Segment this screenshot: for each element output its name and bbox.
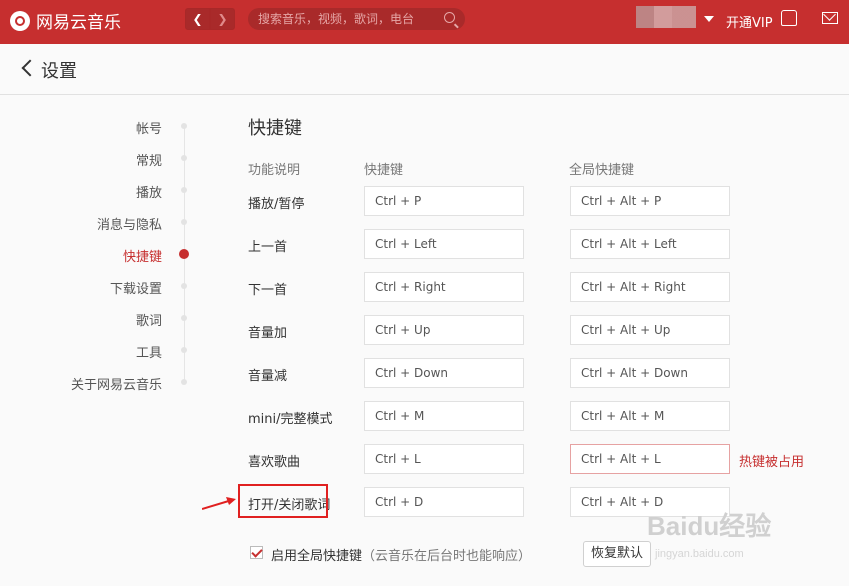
top-bar: 网易云音乐 ❮ ❯ 搜索音乐，视频，歌词，电台 开通VIP [0,0,849,44]
shortcut-key-field[interactable]: Ctrl + Down [364,358,524,388]
shortcut-key-field[interactable]: Ctrl + Up [364,315,524,345]
sidebar-item[interactable]: 快捷键 [0,246,162,265]
page-header: 设置 [0,44,849,95]
sidebar-item[interactable]: 关于网易云音乐 [0,374,162,393]
shortcut-key-field[interactable]: Ctrl + M [364,401,524,431]
search-placeholder: 搜索音乐，视频，歌词，电台 [258,12,415,26]
history-nav: ❮ ❯ [185,8,235,30]
shortcut-key-field[interactable]: Ctrl + D [364,487,524,517]
sidebar-item[interactable]: 歌词 [0,310,162,329]
back-nav-button[interactable]: ❮ [185,8,210,30]
page-title: 设置 [41,61,77,82]
checkbox-label-text: 启用全局快捷键 [271,549,363,564]
checkbox-note: （云音乐在后台时也能响应） [362,549,532,564]
enable-global-shortcut-label[interactable]: 启用全局快捷键（云音乐在后台时也能响应） [271,545,531,564]
global-shortcut-key-field[interactable]: Ctrl + Alt + Right [570,272,730,302]
sidebar-dot-icon [181,347,187,353]
sidebar-dot-icon [181,219,187,225]
sidebar-dot-icon [181,315,187,321]
reset-default-button[interactable]: 恢复默认 [583,541,651,567]
app-logo[interactable]: 网易云音乐 [10,8,121,33]
shortcut-function-label: 喜欢歌曲 [248,455,301,470]
sidebar-dot-icon [181,187,187,193]
search-input[interactable]: 搜索音乐，视频，歌词，电台 [248,8,465,30]
skin-shirt-icon[interactable] [781,10,797,26]
enable-global-shortcut-checkbox[interactable] [250,546,263,559]
global-shortcut-key-field[interactable]: Ctrl + Alt + P [570,186,730,216]
shortcut-key-field[interactable]: Ctrl + Left [364,229,524,259]
sidebar-item[interactable]: 播放 [0,182,162,201]
app-name: 网易云音乐 [36,13,121,33]
vip-link[interactable]: 开通VIP [726,12,773,31]
sidebar-dot-icon [181,155,187,161]
baidu-watermark-url: jingyan.baidu.com [655,548,744,560]
sidebar-dot-icon [181,123,187,129]
sidebar-item[interactable]: 帐号 [0,118,162,137]
global-shortcut-key-field[interactable]: Ctrl + Alt + L [570,444,730,474]
netease-logo-icon [10,10,30,31]
forward-nav-button[interactable]: ❯ [210,8,235,30]
sidebar-item[interactable]: 消息与隐私 [0,214,162,233]
mail-icon[interactable] [822,12,838,24]
shortcut-key-field[interactable]: Ctrl + L [364,444,524,474]
section-title: 快捷键 [248,118,302,139]
baidu-watermark: Baidu经验 [647,511,772,541]
chevron-down-icon[interactable] [704,16,714,22]
shortcut-function-label: 音量减 [248,369,288,384]
shortcut-key-field[interactable]: Ctrl + P [364,186,524,216]
global-shortcut-key-field[interactable]: Ctrl + Alt + Down [570,358,730,388]
global-shortcut-key-field[interactable]: Ctrl + Alt + Left [570,229,730,259]
shortcut-function-label: 播放/暂停 [248,197,305,212]
shortcut-function-label: 音量加 [248,326,288,341]
sidebar-dot-icon [181,283,187,289]
shortcut-function-label: 下一首 [248,283,288,298]
column-header-global-shortcut: 全局快捷键 [569,163,635,178]
shortcut-function-label: mini/完整模式 [248,412,333,427]
sidebar-item[interactable]: 下载设置 [0,278,162,297]
user-avatar[interactable] [636,6,696,28]
sidebar-item[interactable]: 工具 [0,342,162,361]
sidebar-dot-icon [181,379,187,385]
hotkey-conflict-warning: 热键被占用 [739,455,805,470]
global-shortcut-key-field[interactable]: Ctrl + Alt + Up [570,315,730,345]
column-header-shortcut: 快捷键 [364,163,404,178]
shortcut-key-field[interactable]: Ctrl + Right [364,272,524,302]
global-shortcut-key-field[interactable]: Ctrl + Alt + M [570,401,730,431]
back-arrow-icon[interactable] [21,59,39,77]
shortcut-function-label: 上一首 [248,240,288,255]
column-header-function: 功能说明 [248,163,301,178]
search-icon[interactable] [444,12,455,23]
sidebar-dot-icon [179,249,189,259]
annotation-arrow-icon [202,497,236,510]
annotation-highlight-box [238,484,328,518]
sidebar-item[interactable]: 常规 [0,150,162,169]
